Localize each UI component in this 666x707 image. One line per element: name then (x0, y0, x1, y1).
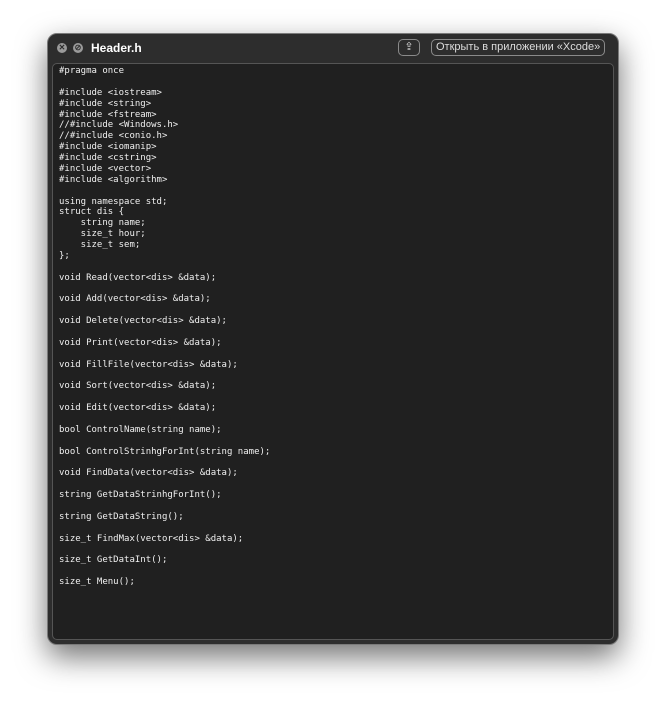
fullscreen-icon[interactable]: ⊘ (73, 43, 83, 53)
open-in-xcode-button[interactable]: Открыть в приложении «Xcode» (431, 39, 606, 56)
code-text: #pragma once #include <iostream> #includ… (59, 66, 271, 588)
file-name: Header.h (91, 41, 142, 55)
close-icon[interactable]: ✕ (57, 43, 67, 53)
share-button[interactable]: ⇪ (398, 39, 420, 56)
quick-look-window: ✕ ⊘ Header.h ⇪ Открыть в приложении «Xco… (47, 33, 619, 645)
title-bar: ✕ ⊘ Header.h ⇪ Открыть в приложении «Xco… (48, 34, 618, 63)
share-icon: ⇪ (404, 41, 414, 53)
code-preview[interactable]: #pragma once #include <iostream> #includ… (52, 63, 614, 640)
